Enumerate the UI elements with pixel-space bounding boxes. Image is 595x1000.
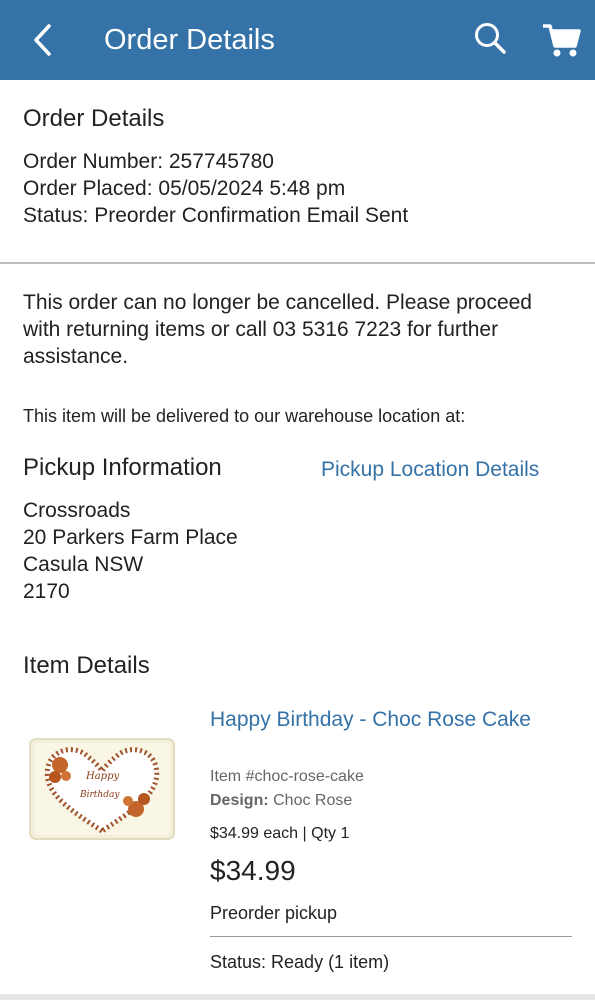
pickup-information-title: Pickup Information <box>23 454 222 481</box>
header-title: Order Details <box>104 24 275 56</box>
item-total-price: $34.99 <box>210 855 296 886</box>
item-details-title: Item Details <box>23 652 150 679</box>
pickup-address-line: 20 Parkers Farm Place <box>23 526 238 549</box>
order-status: Status: Preorder Confirmation Email Sent <box>23 204 409 227</box>
fulfillment-type: Preorder pickup <box>210 903 338 923</box>
order-placed: Order Placed: 05/05/2024 5:48 pm <box>23 177 346 200</box>
section-divider <box>0 262 595 264</box>
order-number: Order Number: 257745780 <box>23 150 274 173</box>
search-button[interactable] <box>470 18 510 58</box>
price-quantity: $34.99 each | Qty 1 <box>210 825 350 842</box>
item-design: Design: Choc Rose <box>210 790 352 812</box>
cake-text: Birthday <box>79 790 120 800</box>
design-value: Choc Rose <box>273 792 353 809</box>
cake-text: Happy <box>85 771 119 782</box>
pickup-location-details-link[interactable]: Pickup Location Details <box>321 456 539 483</box>
delivery-note: This item will be delivered to our wareh… <box>23 406 466 426</box>
product-title-link[interactable]: Happy Birthday - Choc Rose Cake <box>210 706 550 733</box>
design-label: Design: <box>210 792 269 809</box>
search-icon <box>475 23 506 54</box>
item-status: Status: Ready (1 item) <box>210 952 390 972</box>
cart-icon <box>543 24 581 57</box>
back-button[interactable] <box>24 20 60 60</box>
pickup-address-line: 2170 <box>23 580 70 603</box>
cart-button[interactable] <box>538 18 584 62</box>
item-divider <box>210 936 572 937</box>
chevron-left-icon <box>34 24 51 56</box>
order-details-title: Order Details <box>23 105 165 132</box>
cake-image[interactable]: Happy Birthday <box>28 737 176 841</box>
bottom-edge <box>0 994 595 1000</box>
pickup-address-line: Casula NSW <box>23 553 144 576</box>
item-number: Item #choc-rose-cake <box>210 768 364 785</box>
cancellation-notice: This order can no longer be cancelled. P… <box>23 291 532 368</box>
app-header: Order Details <box>0 0 595 80</box>
pickup-address-line: Crossroads <box>23 499 131 522</box>
